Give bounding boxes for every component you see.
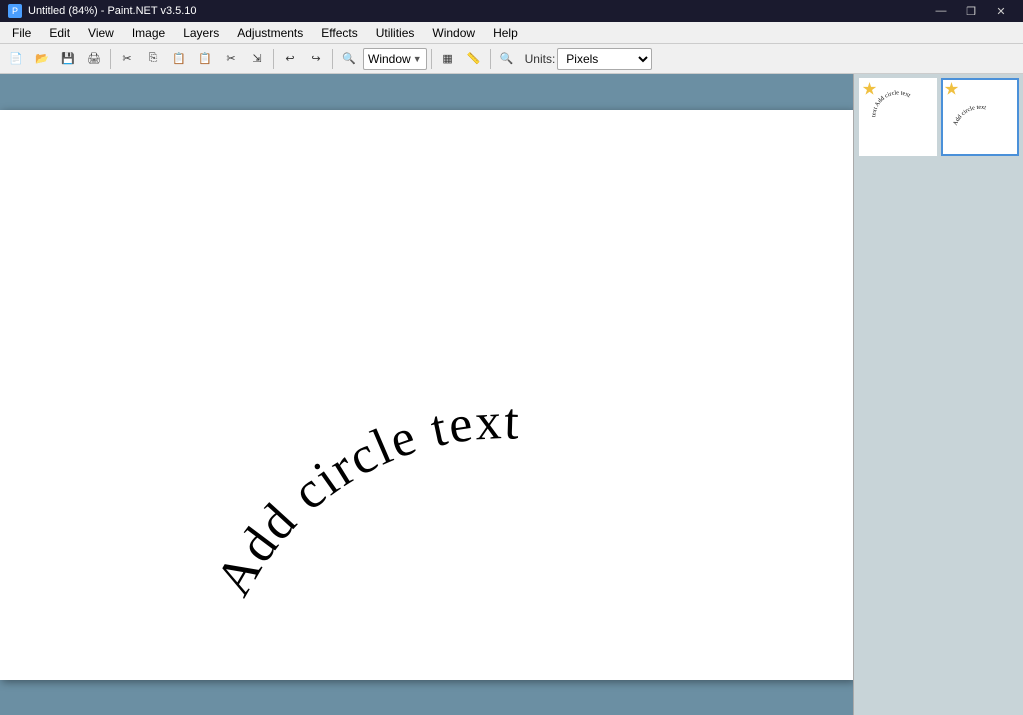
svg-text:Add circle text: Add circle text <box>205 393 522 605</box>
thumbnails-row: text Add circle text Add circle text <box>859 78 1019 156</box>
menu-help[interactable]: Help <box>485 24 526 42</box>
window-title: Untitled (84%) - Paint.NET v3.5.10 <box>28 5 197 17</box>
minimize-button[interactable]: — <box>927 0 955 22</box>
svg-text:text Add circle text: text Add circle text <box>871 90 911 117</box>
zoom-out-button[interactable]: 🔍 <box>495 47 519 71</box>
paste-button[interactable]: 📋 <box>167 47 191 71</box>
title-bar: P Untitled (84%) - Paint.NET v3.5.10 — ❒… <box>0 0 1023 22</box>
dropdown-arrow: ▼ <box>413 54 422 64</box>
restore-button[interactable]: ❒ <box>957 0 985 22</box>
copy-button[interactable]: ⎘ <box>141 47 165 71</box>
menu-effects[interactable]: Effects <box>313 24 365 42</box>
menu-adjustments[interactable]: Adjustments <box>229 24 311 42</box>
separator5 <box>490 49 491 69</box>
menu-file[interactable]: File <box>4 24 39 42</box>
separator3 <box>332 49 333 69</box>
cut-button[interactable]: ✂ <box>115 47 139 71</box>
separator2 <box>273 49 274 69</box>
window-controls: — ❒ ✕ <box>927 0 1015 22</box>
canvas[interactable]: Add circle text <box>0 110 853 680</box>
thumbnails-bar: text Add circle text Add circle text <box>853 74 1023 715</box>
main-area: Add circle text <box>0 74 853 715</box>
menu-layers[interactable]: Layers <box>175 24 227 42</box>
new-button[interactable]: 📄 <box>4 47 28 71</box>
ruler-button[interactable]: 📏 <box>462 47 486 71</box>
print-button[interactable]: 🖨 <box>82 47 106 71</box>
menu-image[interactable]: Image <box>124 24 173 42</box>
redo-button[interactable]: ↪ <box>304 47 328 71</box>
canvas-svg: Add circle text <box>0 110 853 680</box>
menu-view[interactable]: View <box>80 24 122 42</box>
paste2-button[interactable]: 📋 <box>193 47 217 71</box>
menu-window[interactable]: Window <box>424 24 483 42</box>
close-button[interactable]: ✕ <box>987 0 1015 22</box>
separator4 <box>431 49 432 69</box>
crop-button[interactable]: ✂ <box>219 47 243 71</box>
thumbnail-2[interactable]: Add circle text <box>941 78 1019 156</box>
separator1 <box>110 49 111 69</box>
grid-button[interactable]: ▦ <box>436 47 460 71</box>
menu-utilities[interactable]: Utilities <box>368 24 423 42</box>
undo-button[interactable]: ↩ <box>278 47 302 71</box>
units-select[interactable]: Pixels Inches Centimeters <box>557 48 652 70</box>
app-icon: P <box>8 4 22 18</box>
menu-edit[interactable]: Edit <box>41 24 78 42</box>
svg-text:Add circle text: Add circle text <box>952 105 986 127</box>
window-dropdown[interactable]: Window ▼ <box>363 48 427 70</box>
thumbnail-1[interactable]: text Add circle text <box>859 78 937 156</box>
zoom-fit-button[interactable]: 🔍 <box>337 47 361 71</box>
units-label: Units: <box>525 52 556 66</box>
save-button[interactable]: 💾 <box>56 47 80 71</box>
open-button[interactable]: 📂 <box>30 47 54 71</box>
menu-bar: File Edit View Image Layers Adjustments … <box>0 22 1023 44</box>
main-toolbar: 📄 📂 💾 🖨 ✂ ⎘ 📋 📋 ✂ ⇲ ↩ ↪ 🔍 Window ▼ ▦ 📏 🔍… <box>0 44 1023 74</box>
resize-button[interactable]: ⇲ <box>245 47 269 71</box>
